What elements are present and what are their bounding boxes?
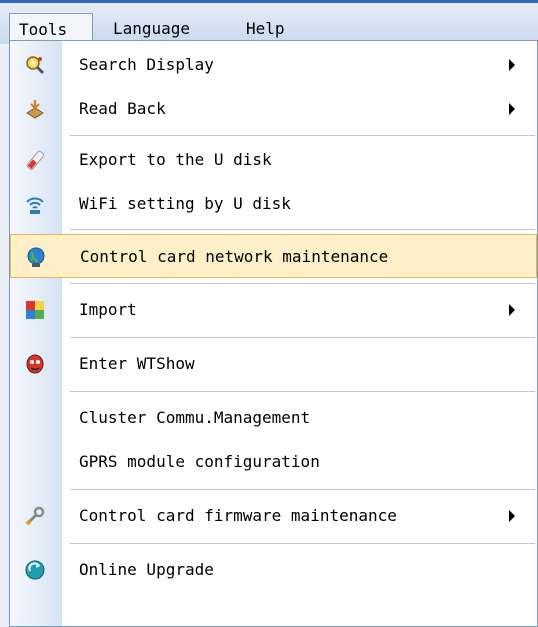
menu-item-enter-wtshow[interactable]: Enter WTShow — [10, 342, 537, 386]
menu-item-search-display[interactable]: Search Display — [10, 43, 537, 87]
menu-separator — [70, 135, 535, 136]
menu-item-export-u-disk[interactable]: Export to the U disk — [10, 138, 537, 182]
menu-item-label: Export to the U disk — [79, 150, 272, 169]
menu-separator — [70, 489, 535, 490]
menu-item-online-upgrade[interactable]: Online Upgrade — [10, 548, 537, 592]
submenu-arrow-icon — [509, 103, 515, 115]
submenu-arrow-icon — [509, 59, 515, 71]
tools-dropdown-menu: Search Display Read Back Export to the U… — [9, 40, 538, 627]
menu-item-read-back[interactable]: Read Back — [10, 87, 537, 131]
search-display-icon — [26, 56, 45, 75]
online-upgrade-icon — [25, 560, 45, 580]
menu-item-cluster-management[interactable]: Cluster Commu.Management — [10, 396, 537, 440]
menu-item-label: Search Display — [79, 55, 214, 74]
menu-separator — [70, 229, 535, 230]
submenu-arrow-icon — [509, 510, 515, 522]
menu-separator — [70, 283, 535, 284]
menu-item-import[interactable]: Import — [10, 288, 537, 332]
menu-item-label: Import — [79, 300, 137, 319]
menu-separator — [70, 391, 535, 392]
menu-separator — [70, 337, 535, 338]
read-back-icon — [26, 100, 44, 119]
wifi-icon — [26, 197, 44, 214]
menu-item-label: Enter WTShow — [79, 354, 195, 373]
menu-item-wifi-setting[interactable]: WiFi setting by U disk — [10, 182, 537, 226]
wrench-icon — [25, 506, 45, 526]
menu-item-label: Control card firmware maintenance — [79, 506, 397, 525]
menu-item-network-maintenance[interactable]: Control card network maintenance — [10, 234, 537, 278]
menu-item-firmware-maintenance[interactable]: Control card firmware maintenance — [10, 494, 537, 538]
usb-export-icon — [26, 150, 45, 170]
wtshow-icon — [26, 354, 44, 374]
menu-item-label: WiFi setting by U disk — [79, 194, 291, 213]
globe-icon — [27, 247, 45, 267]
menu-item-label: Online Upgrade — [79, 560, 214, 579]
menu-item-gprs-configuration[interactable]: GPRS module configuration — [10, 440, 537, 484]
import-icon — [26, 301, 44, 319]
menu-item-label: Control card network maintenance — [80, 247, 389, 266]
menu-item-label: Read Back — [79, 99, 166, 118]
menu-item-label: Cluster Commu.Management — [79, 408, 311, 427]
submenu-arrow-icon — [509, 304, 515, 316]
menu-item-label: GPRS module configuration — [79, 452, 320, 471]
menu-separator — [70, 543, 535, 544]
menu-bar: Tools Language Help — [0, 0, 538, 44]
